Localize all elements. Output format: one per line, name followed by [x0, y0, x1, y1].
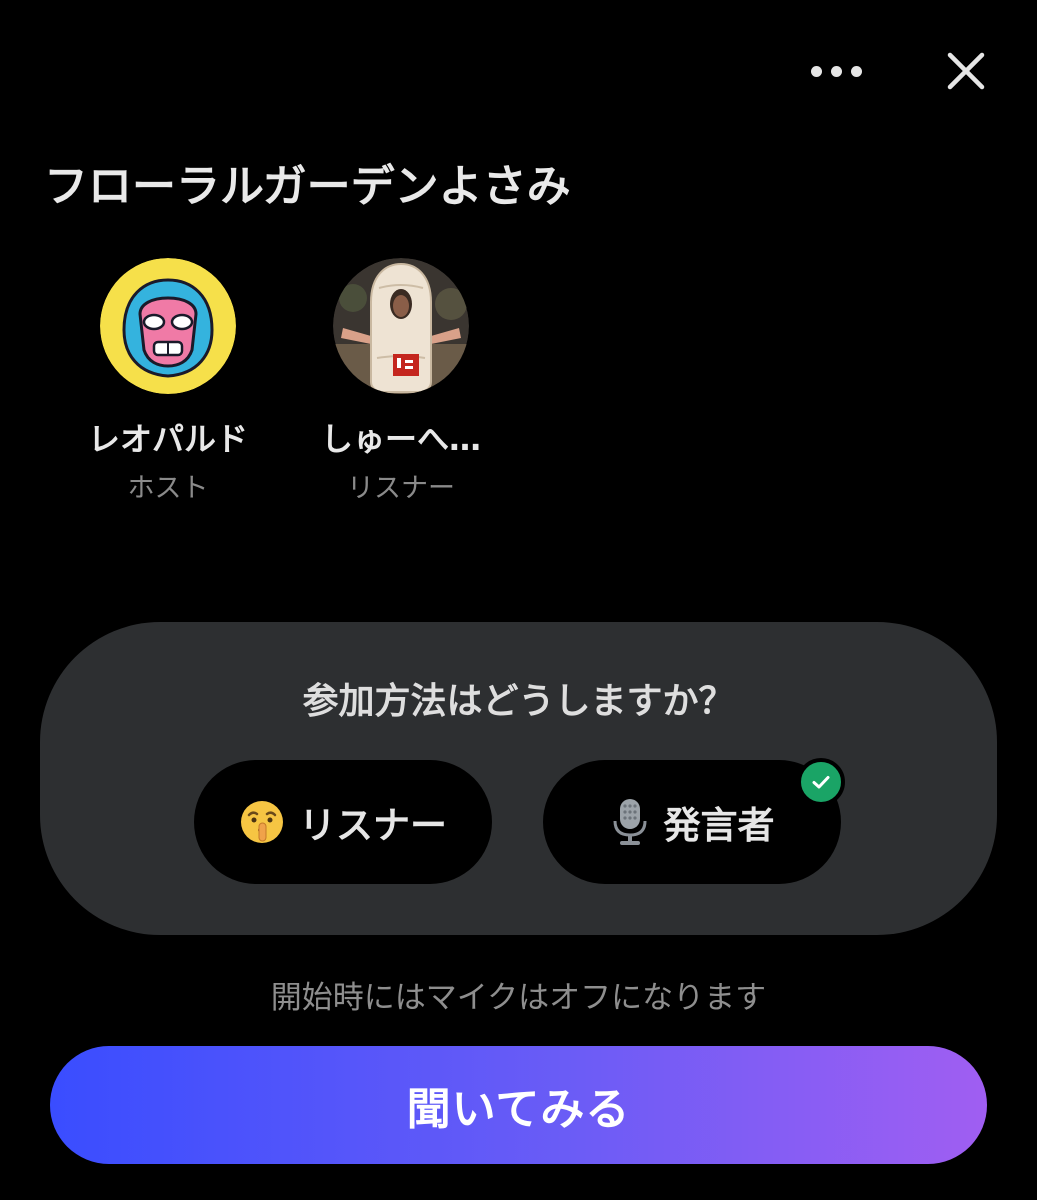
- listen-button-label: 聞いてみる: [406, 1084, 631, 1135]
- join-question: 参加方法はどうしますか？: [302, 681, 735, 722]
- participant-host[interactable]: レオパルド ホスト: [68, 258, 268, 505]
- participant-role: リスナー: [347, 473, 455, 504]
- selected-check-icon: [797, 758, 845, 806]
- close-button[interactable]: [940, 45, 992, 97]
- close-icon: [947, 52, 985, 90]
- listener-option-label: リスナー: [299, 804, 447, 847]
- shushing-face-icon: [241, 801, 283, 843]
- listen-button[interactable]: 聞いてみる: [50, 1046, 987, 1164]
- more-dot: [810, 65, 822, 77]
- speaker-option-label: 発言者: [663, 804, 775, 847]
- wrestler-mask-avatar[interactable]: [100, 258, 236, 394]
- listener-option-button[interactable]: リスナー: [194, 760, 492, 884]
- space-title: フローラルガーデンよさみ: [44, 161, 571, 212]
- join-method-panel: 参加方法はどうしますか？ リスナー 発言者: [40, 622, 997, 935]
- more-dot: [850, 65, 862, 77]
- more-options-button[interactable]: [800, 50, 872, 92]
- rice-cracker-costume-avatar[interactable]: [333, 258, 469, 394]
- participant-name: しゅーへ…: [320, 420, 481, 458]
- participant-listener[interactable]: しゅーへ… リスナー: [301, 258, 501, 505]
- microphone-icon: [613, 799, 646, 845]
- more-dot: [830, 65, 842, 77]
- mic-off-note: 開始時にはマイクはオフになります: [270, 980, 767, 1016]
- participant-role: ホスト: [127, 473, 209, 504]
- participant-name: レオパルド: [87, 420, 248, 458]
- speaker-option-button[interactable]: 発言者: [543, 758, 845, 884]
